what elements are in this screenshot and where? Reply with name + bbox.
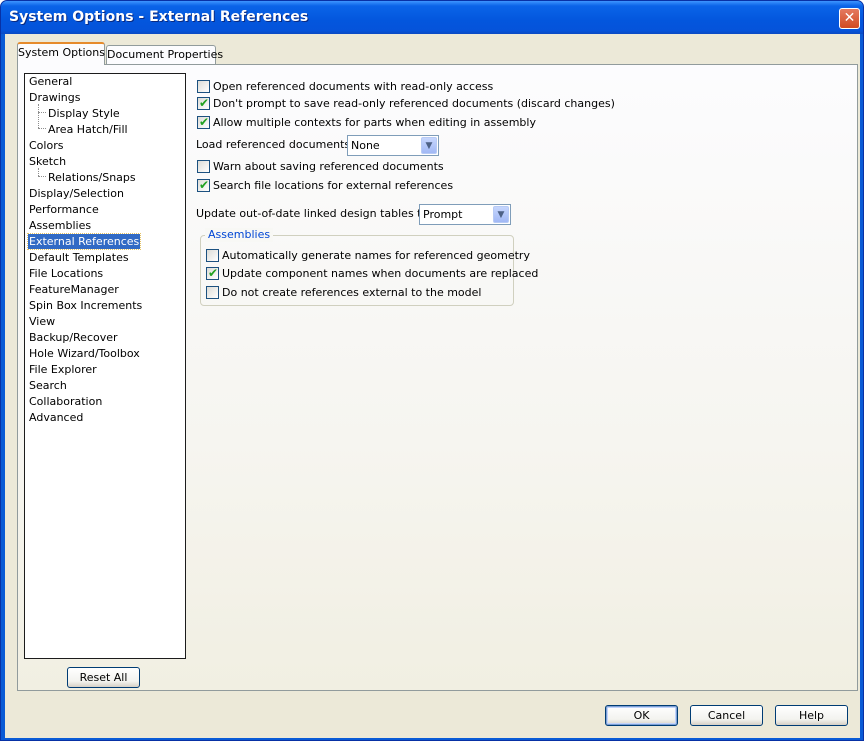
- checkbox[interactable]: ✔: [197, 115, 210, 129]
- close-button[interactable]: ✕: [839, 8, 860, 29]
- tree-item-advanced[interactable]: Advanced: [28, 410, 84, 425]
- tab-system-options[interactable]: System Options: [17, 42, 105, 65]
- tree-item-drawings[interactable]: Drawings: [28, 90, 81, 105]
- checkbox[interactable]: ✔: [206, 266, 219, 280]
- tree-item-sketch[interactable]: Sketch: [28, 154, 67, 169]
- check-icon: ✔: [208, 266, 219, 280]
- checkbox[interactable]: ✔: [197, 178, 210, 192]
- tree-connector: [38, 168, 39, 176]
- tree-connector: [38, 104, 39, 128]
- cancel-label: Cancel: [707, 709, 746, 722]
- load-referenced-label: Load referenced documents:: [196, 138, 354, 151]
- update-design-tables-select[interactable]: Prompt ▼: [419, 204, 511, 225]
- tree-item-view[interactable]: View: [28, 314, 56, 329]
- checkbox[interactable]: [197, 80, 210, 93]
- update-design-tables-label: Update out-of-date linked design tables …: [196, 207, 432, 220]
- tree-item-area-hatch-fill[interactable]: Area Hatch/Fill: [47, 122, 129, 137]
- tree-item-featuremanager[interactable]: FeatureManager: [28, 282, 120, 297]
- tree-item-file-locations[interactable]: File Locations: [28, 266, 104, 281]
- tree-item-general[interactable]: General: [28, 74, 73, 89]
- tree-item-display-selection[interactable]: Display/Selection: [28, 186, 125, 201]
- tree-connector: [38, 112, 46, 113]
- tree-item-display-style[interactable]: Display Style: [47, 106, 121, 121]
- check-icon: ✔: [199, 115, 210, 129]
- load-referenced-value: None: [351, 139, 380, 152]
- assemblies-group-title: Assemblies: [205, 228, 274, 242]
- tab-label: System Options: [18, 46, 105, 59]
- tree-item-file-explorer[interactable]: File Explorer: [28, 362, 98, 377]
- tree-item-search[interactable]: Search: [28, 378, 68, 393]
- reset-all-button[interactable]: Reset All: [67, 667, 140, 688]
- dialog-client-area: System Options Document Properties Gener…: [5, 34, 860, 738]
- tree-connector: [38, 128, 46, 129]
- chevron-down-icon[interactable]: ▼: [493, 206, 509, 223]
- tree-item-performance[interactable]: Performance: [28, 202, 100, 217]
- tree-connector: [38, 176, 46, 177]
- tab-document-properties[interactable]: Document Properties: [106, 45, 223, 65]
- checkbox[interactable]: [206, 249, 219, 262]
- tree-item-collaboration[interactable]: Collaboration: [28, 394, 103, 409]
- help-label: Help: [798, 709, 825, 722]
- window-title: System Options - External References: [9, 9, 309, 25]
- tree-item-spin-box-increments[interactable]: Spin Box Increments: [28, 298, 143, 313]
- load-referenced-select[interactable]: None ▼: [347, 135, 439, 156]
- title-bar[interactable]: System Options - External References ✕: [1, 1, 863, 34]
- update-design-tables-value: Prompt: [423, 208, 463, 221]
- checkbox[interactable]: [197, 160, 210, 173]
- chevron-down-icon[interactable]: ▼: [421, 137, 437, 154]
- check-icon: ✔: [199, 178, 210, 192]
- dialog-window: System Options - External References ✕ S…: [0, 0, 864, 741]
- checkbox[interactable]: [206, 286, 219, 299]
- options-tree[interactable]: General Drawings Display Style Area Hatc…: [24, 73, 186, 659]
- tree-item-colors[interactable]: Colors: [28, 138, 64, 153]
- close-icon: ✕: [843, 10, 856, 26]
- ok-button[interactable]: OK: [605, 705, 678, 726]
- help-button[interactable]: Help: [775, 705, 848, 726]
- tree-item-hole-wizard-toolbox[interactable]: Hole Wizard/Toolbox: [28, 346, 141, 361]
- tree-item-backup-recover[interactable]: Backup/Recover: [28, 330, 119, 345]
- cancel-button[interactable]: Cancel: [690, 705, 763, 726]
- tree-item-external-references[interactable]: External References: [26, 233, 142, 250]
- ok-label: OK: [633, 709, 650, 722]
- tab-panel: General Drawings Display Style Area Hatc…: [17, 64, 858, 691]
- tree-item-relations-snaps[interactable]: Relations/Snaps: [47, 170, 137, 185]
- tree-item-assemblies[interactable]: Assemblies: [28, 218, 92, 233]
- tree-item-default-templates[interactable]: Default Templates: [28, 250, 130, 265]
- check-icon: ✔: [199, 96, 210, 110]
- checkbox[interactable]: ✔: [197, 96, 210, 110]
- tab-label: Document Properties: [107, 48, 224, 61]
- reset-all-label: Reset All: [79, 671, 128, 684]
